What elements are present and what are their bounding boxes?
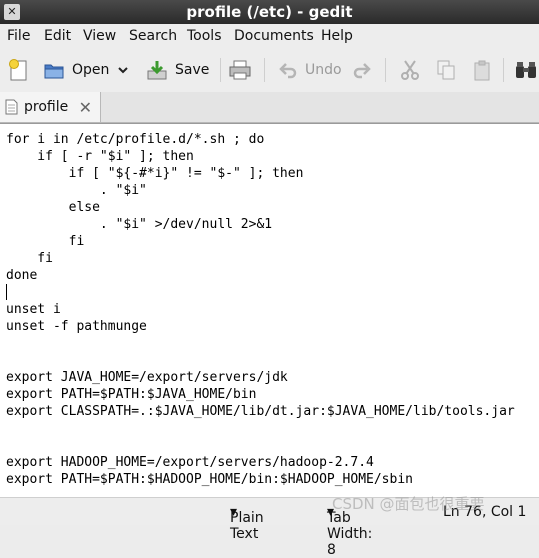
recent-files-dropdown[interactable] xyxy=(116,57,130,83)
save-label: Save xyxy=(175,62,210,78)
code-line: export JAVA_HOME=/export/servers/jdk xyxy=(6,370,288,385)
code-line: export PATH=$PATH:$JAVA_HOME/bin xyxy=(6,387,257,402)
code-line: unset -f pathmunge xyxy=(6,319,147,334)
tab-label: profile xyxy=(24,99,69,115)
clipboard-icon xyxy=(474,60,490,81)
code-line: done xyxy=(6,268,38,283)
cut-button[interactable] xyxy=(400,57,420,83)
binoculars-icon xyxy=(516,62,536,78)
tab-profile[interactable]: profile ✕ xyxy=(0,92,101,122)
text-document-icon xyxy=(5,99,18,115)
editor-content[interactable]: for i in /etc/profile.d/*.sh ; do if [ -… xyxy=(6,131,515,488)
paste-button[interactable] xyxy=(472,57,492,83)
code-line: fi xyxy=(6,251,53,266)
code-line: export HADOOP_HOME=/export/servers/hadoo… xyxy=(6,455,374,470)
window-close-icon[interactable]: ✕ xyxy=(4,4,20,20)
menu-file[interactable]: File xyxy=(7,28,30,44)
text-editor[interactable]: for i in /etc/profile.d/*.sh ; do if [ -… xyxy=(0,123,539,498)
undo-icon xyxy=(279,63,297,79)
code-line: if [ "${-#*i}" != "$-" ]; then xyxy=(6,166,304,181)
code-line: fi xyxy=(6,234,85,249)
document-tabs: profile ✕ xyxy=(0,92,539,123)
toolbar-separator xyxy=(385,58,386,82)
close-tab-icon[interactable]: ✕ xyxy=(79,98,92,117)
new-document-icon xyxy=(9,59,27,81)
code-line: else xyxy=(6,200,100,215)
toolbar-separator xyxy=(503,58,504,82)
folder-open-icon xyxy=(44,64,64,79)
print-button[interactable] xyxy=(228,57,252,83)
save-button[interactable]: Save xyxy=(146,57,209,83)
open-label: Open xyxy=(72,62,110,78)
code-line: export CLASSPATH=.:$JAVA_HOME/lib/dt.jar… xyxy=(6,404,515,419)
scissors-icon xyxy=(401,60,419,80)
tab-width-label: Tab Width: 8 xyxy=(327,510,373,558)
toolbar: Open Save Undo xyxy=(0,49,539,93)
window-title: profile (/etc) - gedit xyxy=(186,3,353,21)
watermark: CSDN @面包也很重要 xyxy=(332,495,485,513)
code-line: . "$i" xyxy=(6,183,147,198)
menu-view[interactable]: View xyxy=(83,28,116,44)
redo-button[interactable] xyxy=(352,57,372,83)
toolbar-separator xyxy=(220,58,221,82)
code-line: if [ -r "$i" ]; then xyxy=(6,149,194,164)
new-document-button[interactable] xyxy=(7,57,31,83)
save-icon xyxy=(147,61,167,80)
menu-documents[interactable]: Documents xyxy=(234,28,314,44)
chevron-down-icon xyxy=(118,67,128,74)
title-bar: ✕ profile (/etc) - gedit xyxy=(0,0,539,24)
undo-button[interactable]: Undo xyxy=(278,57,342,83)
find-button[interactable] xyxy=(515,57,537,83)
code-line: . "$i" >/dev/null 2>&1 xyxy=(6,217,273,232)
toolbar-separator xyxy=(264,58,265,82)
redo-icon xyxy=(353,63,371,79)
undo-label: Undo xyxy=(305,62,342,78)
language-label: Plain Text xyxy=(230,510,264,542)
open-button[interactable]: Open xyxy=(43,57,109,83)
copy-button[interactable] xyxy=(436,57,456,83)
copy-icon xyxy=(437,60,455,80)
menu-search[interactable]: Search xyxy=(129,28,177,44)
menu-edit[interactable]: Edit xyxy=(44,28,71,44)
code-line: unset i xyxy=(6,302,61,317)
code-line: for i in /etc/profile.d/*.sh ; do xyxy=(6,132,265,147)
printer-icon xyxy=(229,60,251,80)
menu-help[interactable]: Help xyxy=(321,28,353,44)
menu-tools[interactable]: Tools xyxy=(187,28,222,44)
text-cursor xyxy=(6,284,7,300)
code-line: export PATH=$PATH:$HADOOP_HOME/bin:$HADO… xyxy=(6,472,413,487)
menu-bar: File Edit View Search Tools Documents He… xyxy=(0,24,539,49)
language-selector[interactable]: Plain Text ▾ xyxy=(230,504,264,542)
